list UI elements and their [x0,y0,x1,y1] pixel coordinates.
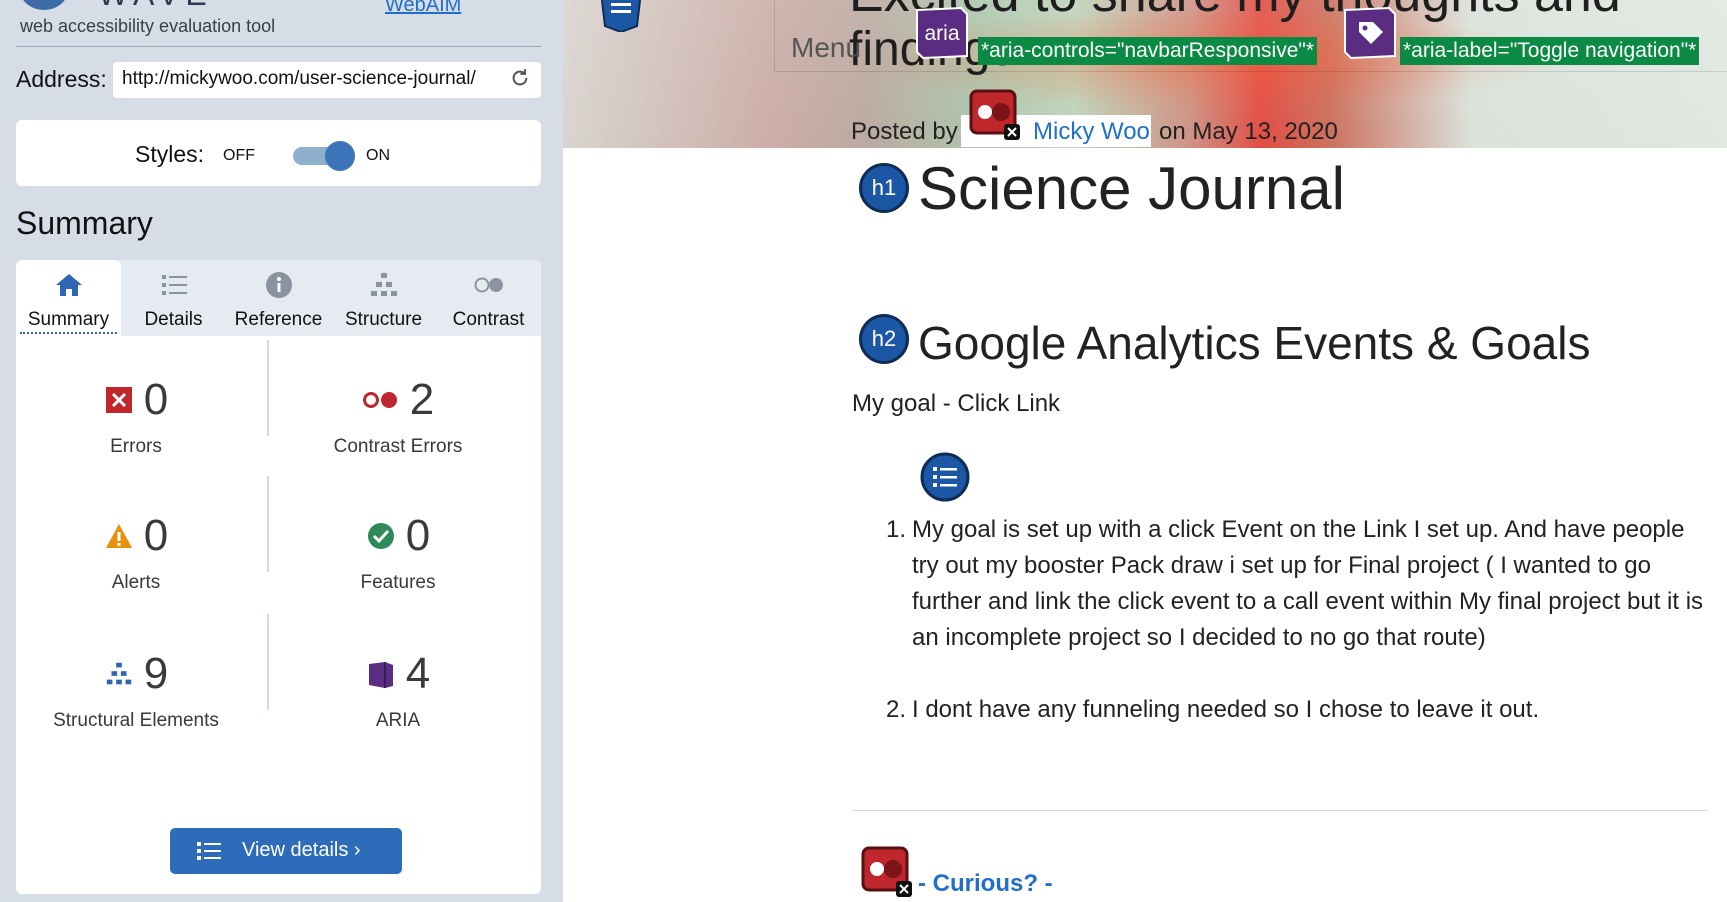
aria-label-annotation: *aria-label="Toggle navigation"* [1400,37,1700,65]
divider [16,46,541,47]
h2-badge[interactable]: h2 [859,314,909,364]
tab-structure[interactable]: Structure [331,260,436,336]
contrast-icon [474,277,503,293]
menu-toggle-button[interactable]: Menu [791,32,861,64]
active-tab-indicator [20,332,117,334]
tab-label: Contrast [452,309,525,330]
contrast-error-icon [362,392,397,408]
contrast-errors-label: Contrast Errors [333,436,463,457]
view-details-label: View details › [242,839,361,861]
errors-count: 0 [143,375,169,424]
hierarchy-icon [371,273,397,296]
webaim-link[interactable]: WebAIM [385,0,461,17]
address-field[interactable]: http://mickywoo.com/user-science-journal… [113,62,541,98]
styles-card: Styles: OFF ON [16,120,541,186]
html5-icon [600,0,642,32]
structural-count: 9 [143,649,169,698]
aria-icon: aria [916,6,968,60]
divider [267,476,269,572]
features-label: Features [360,572,436,593]
h1-badge[interactable]: h1 [859,163,909,213]
aria-icon [368,662,393,688]
stat-features[interactable]: 0 Features [278,508,518,618]
address-label: Address: [16,66,107,92]
stat-aria[interactable]: 4 ARIA [278,646,518,756]
styles-off-label: OFF [223,147,255,164]
tab-label: Details [144,309,203,330]
tab-label: Reference [234,309,323,330]
ordered-list-icon[interactable] [920,452,970,502]
curious-link[interactable]: - Curious? - [918,870,1053,898]
toggle-knob[interactable] [325,141,355,171]
wave-logo-icon [20,0,68,10]
stat-errors[interactable]: 0 Errors [16,372,256,482]
author-link[interactable]: Micky Woo [1033,118,1150,146]
structure-icon [106,662,131,685]
alerts-count: 0 [143,511,169,560]
wave-sidebar: WAVE web accessibility evaluation tool W… [0,0,563,902]
list-item-text: My goal is set up with a click Event on … [912,516,1704,651]
list-item-number: 1. [886,516,907,543]
address-value[interactable]: http://mickywoo.com/user-science-journal… [122,68,502,90]
list-item-number: 2. [886,696,907,723]
tab-contrast[interactable]: Contrast [436,260,541,336]
ordered-list: 1. My goal is set up with a click Event … [852,512,1714,764]
aria-label: ARIA [375,710,421,731]
divider [852,810,1707,811]
contrast-errors-count: 2 [409,375,435,424]
tab-bar: Summary Details Reference Structure Cont… [16,260,541,336]
info-icon [266,272,292,298]
summary-panel: Summary Details Reference Structure Cont… [16,260,541,894]
brand-name: WAVE [98,0,213,13]
stat-structural-elements[interactable]: 9 Structural Elements [16,646,256,756]
summary-heading: Summary [16,205,153,241]
aria-count: 4 [405,649,431,698]
list-icon [162,275,187,295]
tab-reference[interactable]: Reference [226,260,331,336]
contrast-error-icon[interactable] [968,88,1022,142]
stat-alerts[interactable]: 0 Alerts [16,508,256,618]
stat-contrast-errors[interactable]: 2 Contrast Errors [278,372,518,482]
posted-by-label: Posted by [851,118,958,145]
tab-summary[interactable]: Summary [16,260,121,336]
page-title: Science Journal [918,155,1345,222]
post-hero-header: Excited to share my thoughts and finding… [563,0,1727,148]
view-details-button[interactable]: View details › [170,828,402,874]
aria-badge[interactable]: aria [913,6,971,60]
home-icon [56,274,82,296]
error-icon [105,387,132,413]
list-item-text: I dont have any funneling needed so I ch… [912,696,1540,723]
list-item: 1. My goal is set up with a click Event … [852,512,1714,656]
reload-icon[interactable] [509,67,531,89]
tab-label: Summary [27,309,110,330]
styles-on-label: ON [366,147,390,164]
features-count: 0 [405,511,431,560]
brand-row: WAVE web accessibility evaluation tool W… [0,0,563,46]
section-heading: Google Analytics Events & Goals [918,317,1591,369]
post-date: on May 13, 2020 [1159,118,1338,145]
styles-toggle[interactable] [293,141,355,171]
alerts-label: Alerts [111,572,161,593]
aria-badge-text: aria [924,22,959,45]
aria-label-badge[interactable] [1341,6,1399,60]
tab-details[interactable]: Details [121,260,226,336]
feature-icon [367,523,394,549]
address-row: Address: http://mickywoo.com/user-scienc… [16,62,541,98]
styles-label: Styles: [135,141,205,167]
goal-text: My goal - Click Link [852,390,1061,417]
list-icon [197,842,221,860]
list-item: 2. I dont have any funneling needed so I… [852,692,1714,728]
tag-icon [1344,6,1396,60]
aria-controls-annotation: *aria-controls="navbarResponsive"* [978,37,1317,65]
structural-label: Structural Elements [53,710,219,731]
brand-tagline: web accessibility evaluation tool [20,16,276,36]
divider [267,614,269,710]
tab-label: Structure [344,309,423,330]
errors-label: Errors [110,436,162,457]
alert-icon [105,524,132,548]
contrast-error-icon[interactable] [860,845,914,899]
divider [267,340,269,436]
